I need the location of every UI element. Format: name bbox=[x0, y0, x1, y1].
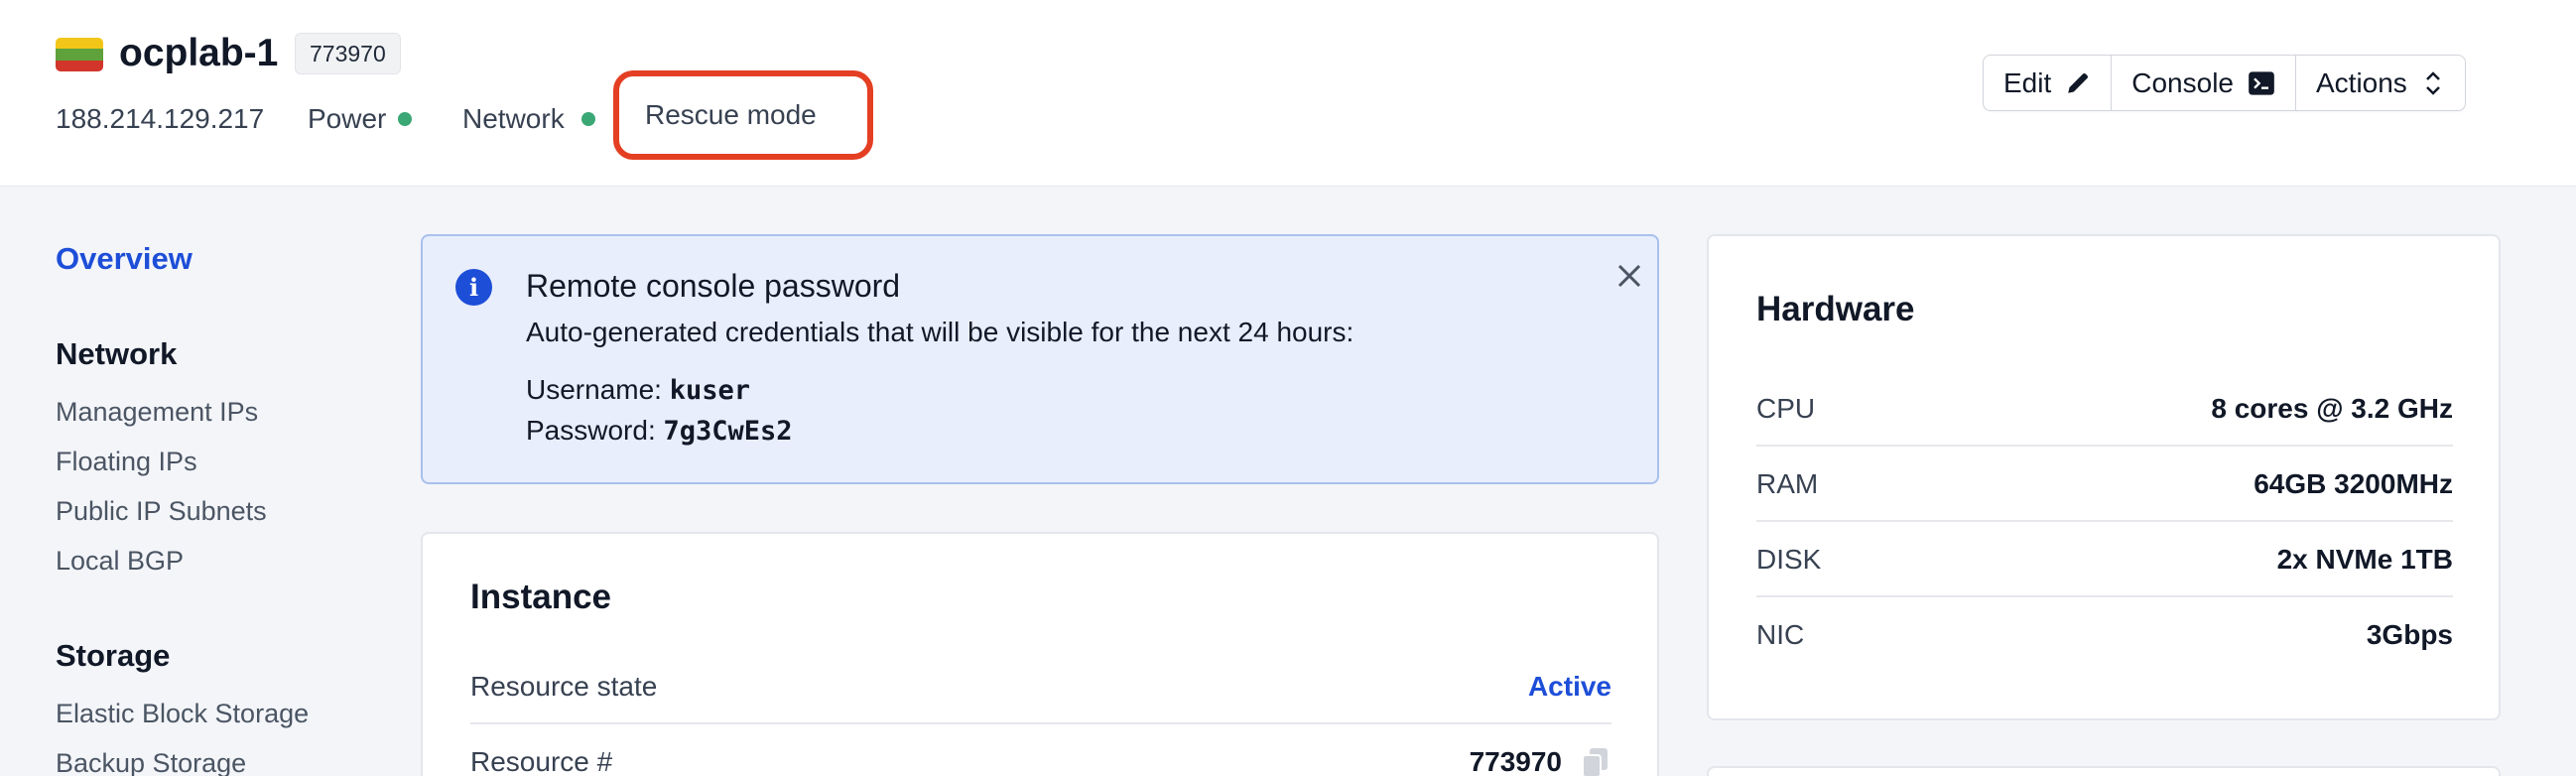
row-value: 2x NVMe 1TB bbox=[2276, 544, 2453, 575]
sidebar-section-storage: Storage bbox=[56, 638, 171, 673]
edit-button[interactable]: Edit bbox=[1984, 56, 2113, 110]
row-value: 3Gbps bbox=[2366, 619, 2453, 650]
row-label: DISK bbox=[1756, 544, 1822, 575]
chevron-up-down-icon bbox=[2425, 70, 2440, 95]
table-row: Resource # 773970 bbox=[470, 724, 1611, 776]
ip-address: 188.214.129.217 bbox=[56, 103, 265, 134]
hardware-card-title: Hardware bbox=[1756, 290, 1915, 328]
password-value: 7g3CwEs2 bbox=[663, 416, 793, 447]
sidebar-item-public-ip-subnets[interactable]: Public IP Subnets bbox=[56, 496, 267, 527]
console-button-label: Console bbox=[2131, 66, 2234, 98]
pencil-icon bbox=[2068, 72, 2089, 93]
close-icon[interactable] bbox=[1610, 256, 1649, 296]
username-line: Username: kuser bbox=[526, 374, 750, 406]
country-flag-icon bbox=[56, 38, 103, 71]
sidebar-item-elastic-block-storage[interactable]: Elastic Block Storage bbox=[56, 699, 309, 729]
sidebar-item-floating-ips[interactable]: Floating IPs bbox=[56, 447, 197, 477]
row-label: Resource # bbox=[470, 746, 613, 776]
server-hostname: ocplab-1 bbox=[119, 32, 279, 74]
resource-state-value[interactable]: Active bbox=[1528, 649, 1611, 724]
password-line: Password: 7g3CwEs2 bbox=[526, 415, 793, 447]
header-actions: Edit Console Actions bbox=[1983, 55, 2466, 111]
username-value: kuser bbox=[669, 375, 750, 406]
edit-button-label: Edit bbox=[2003, 66, 2052, 98]
password-label: Password: bbox=[526, 415, 656, 446]
resource-number-value: 773970 bbox=[1469, 746, 1562, 776]
table-row: CPU 8 cores @ 3.2 GHz bbox=[1756, 371, 2453, 447]
table-row: DISK 2x NVMe 1TB bbox=[1756, 522, 2453, 597]
table-row: Resource state Active bbox=[470, 649, 1611, 724]
actions-menu-button[interactable]: Actions bbox=[2296, 56, 2465, 110]
power-status-dot bbox=[398, 112, 412, 126]
info-icon: i bbox=[455, 269, 492, 306]
console-button[interactable]: Console bbox=[2112, 56, 2296, 110]
table-row: NIC 3Gbps bbox=[1756, 597, 2453, 673]
row-label: NIC bbox=[1756, 619, 1805, 650]
power-status-label: Power bbox=[308, 103, 387, 134]
console-password-alert: i Remote console password Auto-generated… bbox=[421, 234, 1659, 484]
rescue-mode-indicator[interactable]: Rescue mode bbox=[613, 70, 873, 160]
sidebar-item-management-ips[interactable]: Management IPs bbox=[56, 397, 258, 428]
network-status-dot bbox=[581, 112, 595, 126]
network-status-label: Network bbox=[462, 103, 565, 134]
row-value: 8 cores @ 3.2 GHz bbox=[2211, 393, 2453, 424]
actions-button-label: Actions bbox=[2315, 66, 2407, 98]
page-header: ocplab-1 773970 188.214.129.217 Power Ne… bbox=[0, 0, 2576, 187]
row-label: Resource state bbox=[470, 671, 658, 702]
instance-card: Instance Resource state Active Resource … bbox=[421, 532, 1659, 776]
alert-title: Remote console password bbox=[526, 268, 901, 304]
hardware-card: Hardware CPU 8 cores @ 3.2 GHz RAM 64GB … bbox=[1707, 234, 2501, 720]
row-label: CPU bbox=[1756, 393, 1816, 424]
alert-description: Auto-generated credentials that will be … bbox=[526, 317, 1354, 347]
row-value: 64GB 3200MHz bbox=[2254, 468, 2453, 499]
table-row: RAM 64GB 3200MHz bbox=[1756, 447, 2453, 522]
username-label: Username: bbox=[526, 374, 662, 405]
row-label: RAM bbox=[1756, 468, 1819, 499]
sidebar-item-backup-storage[interactable]: Backup Storage bbox=[56, 748, 246, 776]
server-id-badge: 773970 bbox=[295, 33, 401, 74]
sidebar-item-local-bgp[interactable]: Local BGP bbox=[56, 546, 184, 577]
copy-icon[interactable] bbox=[1580, 746, 1611, 776]
terminal-icon bbox=[2249, 70, 2274, 95]
next-card bbox=[1707, 766, 2501, 776]
instance-card-title: Instance bbox=[470, 578, 611, 616]
sidebar-section-network: Network bbox=[56, 336, 178, 371]
sidebar-item-overview[interactable]: Overview bbox=[56, 241, 193, 277]
